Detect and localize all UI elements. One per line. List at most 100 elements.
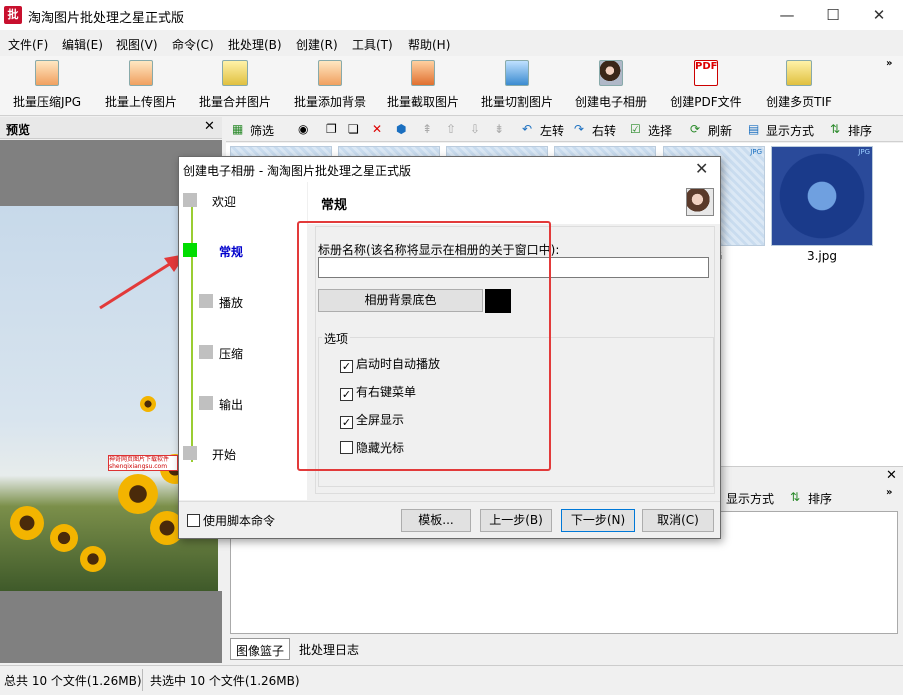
toolbar-label: 批量切割图片 [480, 95, 553, 109]
use-script-label: 使用脚本命令 [203, 514, 276, 528]
copy-icon[interactable]: ❐ [326, 122, 337, 136]
batch-merge-button[interactable]: 批量合并图片 [197, 60, 273, 114]
menu-file[interactable]: 文件(F) [8, 36, 48, 53]
multipage-tif-icon [786, 60, 812, 86]
move-up-icon[interactable]: ⇧ [446, 122, 456, 136]
view-mode-button[interactable]: 显示方式 [766, 122, 814, 139]
wizard-steps: 欢迎 常规 播放 压缩 输出 开始 [179, 182, 307, 500]
menu-command[interactable]: 命令(C) [172, 36, 214, 53]
batch-compress-jpg-button[interactable]: 批量压缩JPG [10, 60, 84, 114]
thumbnail-3-jpg[interactable]: JPG [771, 146, 873, 246]
move-bottom-icon[interactable]: ⇟ [494, 122, 504, 136]
step-marker [199, 396, 213, 410]
filter-button[interactable]: 筛选 [250, 122, 274, 139]
toolbar-label: 创建多页TIF [766, 95, 832, 109]
window-titlebar: 批 淘淘图片批处理之星正式版 — ☐ ✕ [0, 0, 903, 30]
sunflower [10, 506, 44, 540]
step-start[interactable]: 开始 [212, 446, 236, 463]
sort-button[interactable]: 排序 [848, 122, 872, 139]
step-general[interactable]: 常规 [219, 243, 243, 260]
menu-tools[interactable]: 工具(T) [352, 36, 393, 53]
lower-more-button[interactable]: » [886, 487, 892, 498]
toolbar-label: 批量合并图片 [198, 95, 271, 109]
filter-icon: ▦ [232, 122, 244, 136]
bee [140, 396, 156, 412]
step-playback[interactable]: 播放 [219, 294, 243, 311]
lower-view-mode-button[interactable]: 显示方式 [726, 490, 774, 507]
sort-icon: ⇅ [790, 490, 801, 504]
cancel-button[interactable]: 取消(C) [642, 509, 714, 532]
lower-sort-button[interactable]: 排序 [808, 490, 832, 507]
tab-image-basket[interactable]: 图像篮子 [230, 638, 291, 660]
step-compress[interactable]: 压缩 [219, 345, 243, 362]
arrow-shaft [99, 258, 177, 310]
sunflower [50, 524, 78, 552]
rotate-right-button[interactable]: 右转 [592, 122, 616, 139]
use-script-checkbox[interactable]: 使用脚本命令 [187, 512, 275, 529]
move-top-icon[interactable]: ⇞ [422, 122, 432, 136]
create-album-button[interactable]: 创建电子相册 [573, 60, 649, 114]
upload-image-icon [129, 60, 153, 86]
menu-edit[interactable]: 编辑(E) [62, 36, 103, 53]
step-marker-active [183, 243, 197, 257]
rotate-left-button[interactable]: 左转 [540, 122, 564, 139]
preview-title: 预览 [6, 123, 31, 137]
dialog-footer-separator [179, 501, 720, 502]
jpg-badge: JPG [858, 148, 870, 156]
checkbox-unchecked[interactable] [187, 514, 200, 527]
batch-upload-button[interactable]: 批量上传图片 [102, 60, 180, 114]
maximize-button[interactable]: ☐ [810, 0, 856, 30]
prev-button[interactable]: 上一步(B) [480, 509, 552, 532]
steps-line [191, 202, 193, 462]
dialog-close-button[interactable]: ✕ [695, 159, 708, 178]
menu-view[interactable]: 视图(V) [116, 36, 158, 53]
preview-header: 预览 ✕ [0, 117, 222, 139]
minimize-button[interactable]: — [764, 0, 810, 30]
menu-bar: 文件(F) 编辑(E) 视图(V) 命令(C) 批处理(B) 创建(R) 工具(… [0, 31, 903, 55]
delete-icon[interactable]: ✕ [372, 122, 382, 136]
toolbar-label: 批量截取图片 [386, 95, 459, 109]
menu-create[interactable]: 创建(R) [296, 36, 338, 53]
page-header [308, 182, 720, 224]
move-icon[interactable]: ⬢ [396, 122, 406, 136]
step-output[interactable]: 输出 [219, 396, 243, 413]
move-down-icon[interactable]: ⇩ [470, 122, 480, 136]
cut-image-icon [505, 60, 529, 86]
paste-icon[interactable]: ❏ [348, 122, 359, 136]
compress-jpg-icon [35, 60, 59, 86]
menu-help[interactable]: 帮助(H) [408, 36, 450, 53]
step-welcome[interactable]: 欢迎 [212, 193, 236, 210]
step-marker [199, 294, 213, 308]
batch-cut-button[interactable]: 批量切割图片 [479, 60, 555, 114]
status-selected: 共选中 10 个文件(1.26MB) [150, 674, 300, 688]
eye-icon[interactable]: ◉ [298, 122, 308, 136]
menu-batch[interactable]: 批处理(B) [228, 36, 282, 53]
crop-image-icon [411, 60, 435, 86]
next-button[interactable]: 下一步(N) [561, 509, 635, 532]
template-button[interactable]: 模板... [401, 509, 471, 532]
highlight-rectangle [297, 221, 551, 471]
toolbar-label: 批量压缩JPG [12, 95, 82, 109]
view-mode-icon: ▤ [748, 122, 760, 136]
toolbar-label: 批量添加背景 [293, 95, 366, 109]
add-background-icon [318, 60, 342, 86]
photo-album-icon [599, 60, 623, 86]
tab-batch-log[interactable]: 批处理日志 [294, 638, 364, 660]
toolbar-more-button[interactable]: » [886, 58, 892, 69]
main-toolbar: 批量压缩JPG 批量上传图片 批量合并图片 批量添加背景 批量截取图片 批量切割… [0, 56, 903, 116]
dialog-title: 创建电子相册 - 淘淘图片批处理之星正式版 [183, 164, 411, 178]
batch-add-background-button[interactable]: 批量添加背景 [292, 60, 368, 114]
merge-image-icon [222, 60, 248, 86]
lower-panel-close-button[interactable]: ✕ [886, 468, 897, 483]
refresh-button[interactable]: 刷新 [708, 122, 732, 139]
step-marker [183, 193, 197, 207]
close-button[interactable]: ✕ [856, 0, 902, 30]
toolbar-label: 创建电子相册 [574, 95, 647, 109]
select-button[interactable]: 选择 [648, 122, 672, 139]
preview-close-button[interactable]: ✕ [204, 119, 215, 134]
batch-crop-button[interactable]: 批量截取图片 [385, 60, 461, 114]
sunflower [118, 474, 158, 514]
create-pdf-button[interactable]: PDF 创建PDF文件 [668, 60, 744, 114]
dialog-titlebar: 创建电子相册 - 淘淘图片批处理之星正式版 ✕ [179, 157, 720, 182]
create-tif-button[interactable]: 创建多页TIF [764, 60, 834, 114]
